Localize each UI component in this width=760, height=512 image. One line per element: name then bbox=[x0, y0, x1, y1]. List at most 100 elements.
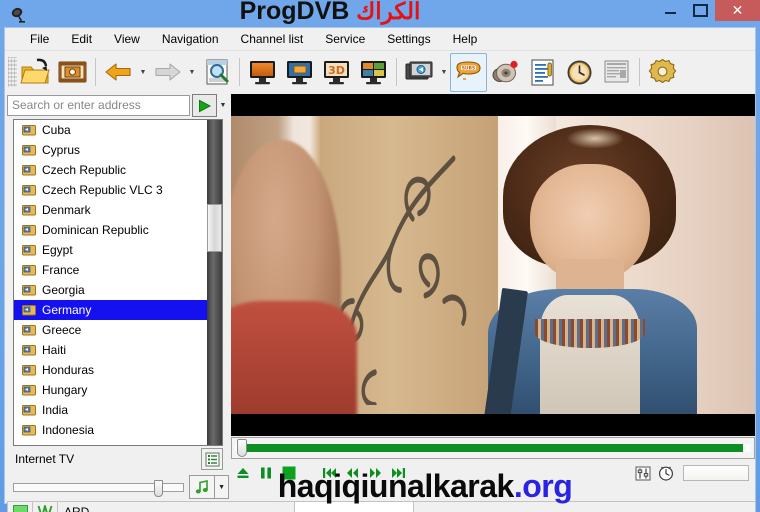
preview-search-button[interactable] bbox=[198, 53, 235, 92]
folder-icon bbox=[22, 245, 36, 256]
country-list[interactable]: Cuba Cyprus Czech Republic Czech Republi… bbox=[13, 119, 223, 446]
back-arrow-button[interactable] bbox=[100, 53, 137, 92]
record-disc-button[interactable] bbox=[487, 53, 524, 92]
stop-button[interactable] bbox=[277, 462, 300, 484]
list-item[interactable]: Hungary bbox=[14, 380, 208, 400]
menu-navigation[interactable]: Navigation bbox=[151, 29, 230, 49]
subtitles-button[interactable]: SUBS bbox=[450, 52, 487, 92]
menu-file[interactable]: File bbox=[19, 29, 60, 49]
audio-track-button[interactable] bbox=[189, 475, 216, 499]
forward-arrow-button[interactable] bbox=[149, 53, 186, 92]
epg-list-button[interactable] bbox=[524, 53, 561, 92]
list-item[interactable]: Dominican Republic bbox=[14, 220, 208, 240]
window-controls: ✕ bbox=[655, 0, 760, 27]
status-bar: ARD bbox=[7, 501, 756, 512]
status-indicator-square bbox=[12, 504, 28, 512]
list-item[interactable]: Cuba bbox=[14, 120, 208, 140]
list-item[interactable]: Czech Republic bbox=[14, 160, 208, 180]
list-item[interactable]: Haiti bbox=[14, 340, 208, 360]
folder-icon bbox=[22, 365, 36, 376]
pip-monitor-button[interactable] bbox=[281, 53, 318, 92]
menu-settings[interactable]: Settings bbox=[376, 29, 441, 49]
list-item[interactable]: Honduras bbox=[14, 360, 208, 380]
folder-icon bbox=[22, 205, 36, 216]
screenshot-dropdown-caret-down-icon[interactable]: ▼ bbox=[438, 53, 450, 92]
list-item-label: Denmark bbox=[42, 203, 91, 217]
list-item[interactable]: Greece bbox=[14, 320, 208, 340]
screenshot-film-button[interactable] bbox=[401, 53, 438, 92]
equalizer-button[interactable] bbox=[631, 462, 654, 484]
rewind-button[interactable] bbox=[341, 462, 364, 484]
search-dropdown-caret-down-icon[interactable]: ▼ bbox=[217, 94, 229, 117]
list-item-label: Dominican Republic bbox=[42, 223, 149, 237]
list-item[interactable]: Czech Republic VLC 3 bbox=[14, 180, 208, 200]
maximize-button[interactable] bbox=[685, 0, 715, 20]
volume-slider-thumb[interactable] bbox=[154, 479, 163, 497]
menu-help[interactable]: Help bbox=[442, 29, 489, 49]
multiview-monitor-button[interactable] bbox=[355, 53, 392, 92]
clock-icon bbox=[658, 466, 673, 481]
v-logo-icon bbox=[37, 505, 53, 512]
toolbar-grip[interactable] bbox=[8, 57, 17, 87]
scene-hair-highlight bbox=[566, 127, 624, 149]
list-item[interactable]: Indonesia bbox=[14, 420, 208, 440]
film-archive-button[interactable] bbox=[54, 53, 91, 92]
folder-icon bbox=[22, 225, 36, 236]
left-panel-footer: Internet TV bbox=[13, 448, 223, 470]
3d-monitor-button[interactable]: 3D bbox=[318, 53, 355, 92]
channel-list-button[interactable] bbox=[201, 448, 223, 470]
fullscreen-monitor-button[interactable] bbox=[244, 53, 281, 92]
video-display[interactable] bbox=[231, 94, 755, 436]
current-channel-name: ARD bbox=[57, 501, 295, 512]
list-scrollbar[interactable] bbox=[207, 120, 222, 445]
folder-icon bbox=[22, 285, 36, 296]
list-scrollbar-thumb[interactable] bbox=[207, 204, 222, 252]
menu-service[interactable]: Service bbox=[314, 29, 376, 49]
teletext-button[interactable] bbox=[598, 53, 635, 92]
station-logo bbox=[32, 501, 58, 512]
list-item[interactable]: Egypt bbox=[14, 240, 208, 260]
volume-slider[interactable] bbox=[13, 479, 185, 497]
toolbar-separator-3 bbox=[396, 58, 397, 86]
search-go-button[interactable] bbox=[192, 94, 217, 117]
seek-fill bbox=[241, 444, 743, 452]
list-item[interactable]: Denmark bbox=[14, 200, 208, 220]
menu-edit[interactable]: Edit bbox=[60, 29, 103, 49]
list-item-label: France bbox=[42, 263, 80, 277]
letterbox-bottom bbox=[231, 414, 755, 436]
list-item-label: Greece bbox=[42, 323, 82, 337]
close-button[interactable]: ✕ bbox=[715, 0, 760, 21]
audio-track-caret-down-icon[interactable]: ▼ bbox=[215, 475, 229, 499]
pause-button[interactable] bbox=[254, 462, 277, 484]
list-item-label: India bbox=[42, 403, 69, 417]
list-item-label: Germany bbox=[42, 303, 92, 317]
search-input[interactable]: Search or enter address bbox=[7, 95, 190, 116]
settings-gear-button[interactable] bbox=[644, 53, 681, 92]
list-item[interactable]: France bbox=[14, 260, 208, 280]
fast-forward-button[interactable] bbox=[364, 462, 387, 484]
title-bar: ProgDVB الكراك ✕ bbox=[0, 0, 760, 27]
menu-channel-list[interactable]: Channel list bbox=[230, 29, 315, 49]
seek-track[interactable] bbox=[235, 439, 751, 457]
timer-clock-button[interactable] bbox=[561, 53, 598, 92]
list-item-selected[interactable]: Germany bbox=[14, 300, 208, 320]
seek-bar[interactable] bbox=[231, 437, 755, 459]
back-dropdown-caret-down-icon[interactable]: ▼ bbox=[137, 53, 149, 92]
open-folder-button[interactable] bbox=[17, 53, 54, 92]
eject-button[interactable] bbox=[231, 462, 254, 484]
seek-thumb[interactable] bbox=[237, 439, 247, 457]
menu-view[interactable]: View bbox=[103, 29, 151, 49]
list-item[interactable]: India bbox=[14, 400, 208, 420]
next-button[interactable] bbox=[387, 462, 410, 484]
status-field-2 bbox=[294, 501, 414, 512]
list-item[interactable]: Cyprus bbox=[14, 140, 208, 160]
minimize-button[interactable] bbox=[655, 0, 685, 20]
svg-text:SUBS: SUBS bbox=[462, 65, 475, 71]
status-field-3 bbox=[413, 501, 756, 512]
list-item[interactable]: Georgia bbox=[14, 280, 208, 300]
main-toolbar: ▼ ▼ 3D ▼ SUBS bbox=[5, 50, 755, 93]
forward-dropdown-caret-down-icon[interactable]: ▼ bbox=[186, 53, 198, 92]
clock-button[interactable] bbox=[654, 462, 677, 484]
previous-button[interactable] bbox=[318, 462, 341, 484]
list-item-label: Georgia bbox=[42, 283, 85, 297]
